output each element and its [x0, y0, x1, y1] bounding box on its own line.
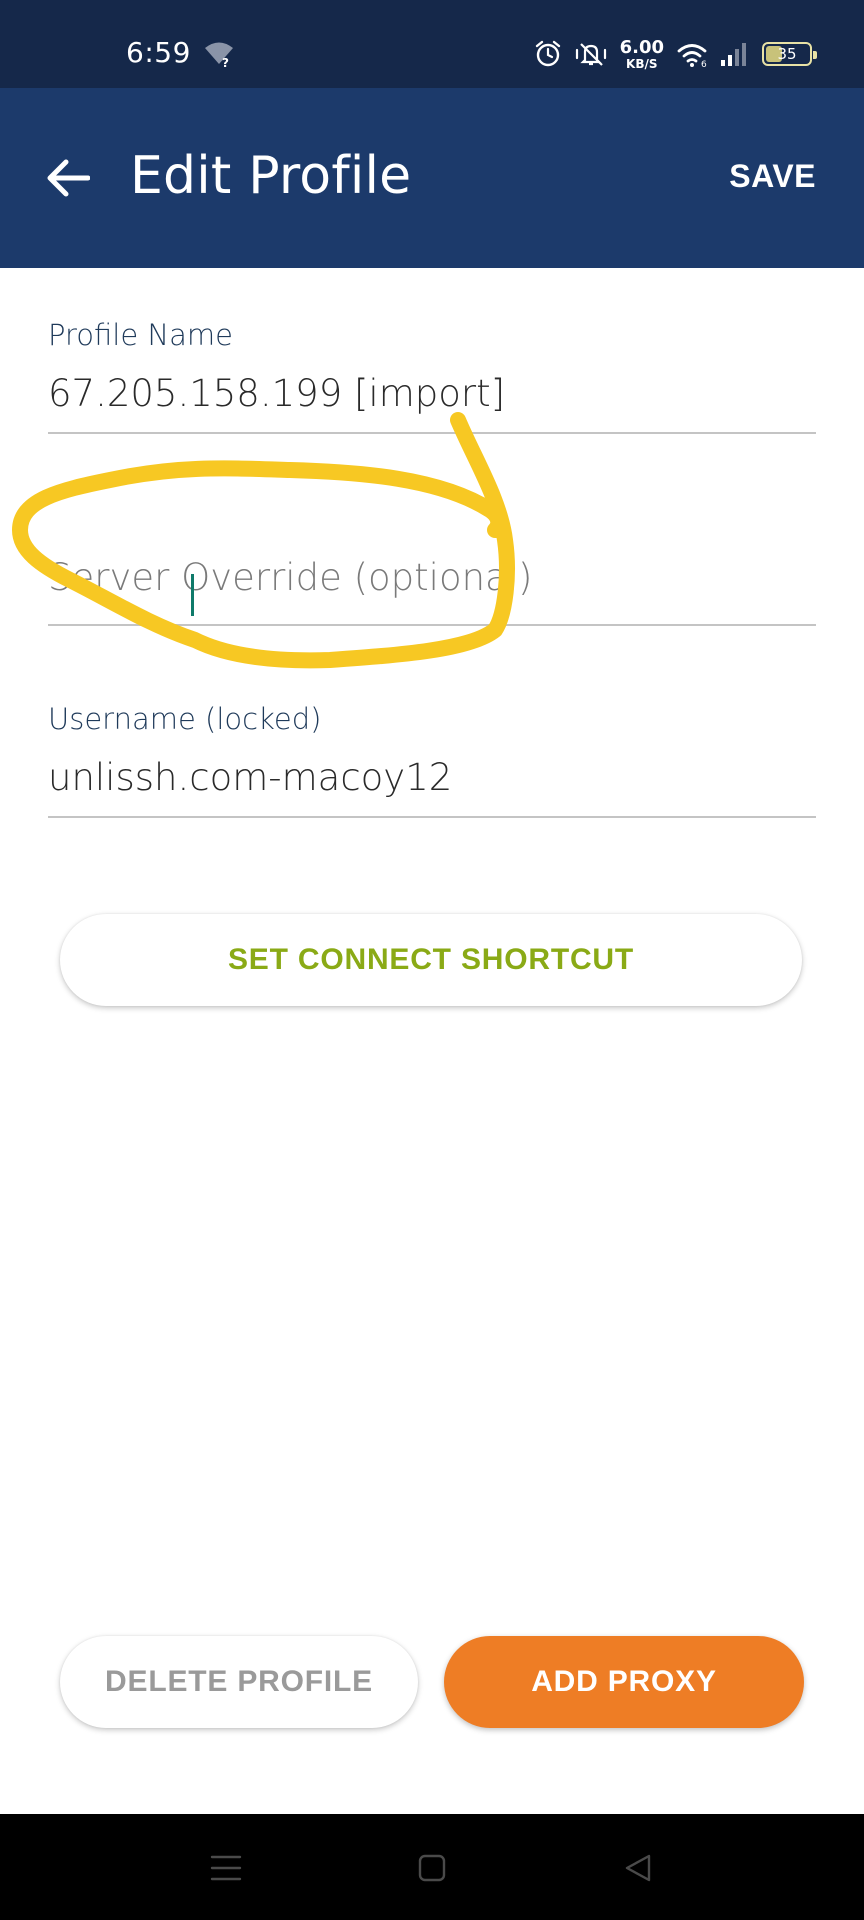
server-override-underline	[48, 624, 816, 626]
nav-menu-button[interactable]	[202, 1844, 250, 1892]
status-bar: 6:59 ? 6.00 KB/S 6 35	[0, 0, 864, 88]
back-arrow-icon	[47, 159, 90, 197]
menu-icon	[210, 1855, 242, 1881]
nav-home-button[interactable]	[408, 1844, 456, 1892]
username-field: Username (locked) unlissh.com-macoy12	[48, 702, 816, 822]
back-icon	[625, 1854, 651, 1882]
profile-name-underline	[48, 432, 816, 434]
battery-level: 35	[777, 45, 797, 63]
profile-name-input[interactable]: 67.205.158.199 [import]	[48, 370, 816, 418]
app-bar: Edit Profile SAVE	[0, 88, 864, 268]
username-underline	[48, 816, 816, 818]
net-speed-value: 6.00	[619, 36, 664, 58]
vibrate-icon	[575, 43, 606, 66]
username-input: unlissh.com-macoy12	[48, 756, 453, 799]
profile-name-field[interactable]: Profile Name 67.205.158.199 [import]	[48, 318, 816, 438]
text-cursor	[191, 574, 194, 616]
add-proxy-button[interactable]: ADD PROXY	[444, 1636, 804, 1728]
page-title: Edit Profile	[130, 146, 412, 206]
signal-icon	[721, 43, 746, 66]
nav-back-button[interactable]	[614, 1844, 662, 1892]
delete-profile-button[interactable]: DELETE PROFILE	[60, 1636, 418, 1728]
profile-name-label: Profile Name	[48, 318, 233, 352]
home-icon	[418, 1854, 446, 1882]
net-speed: 6.00 KB/S	[619, 36, 664, 71]
server-override-field[interactable]: Server Override (optional)	[48, 550, 816, 630]
net-speed-unit: KB/S	[626, 56, 658, 71]
wifi-question-icon: ?	[205, 42, 233, 68]
battery-icon: 35	[762, 42, 817, 66]
set-connect-shortcut-button[interactable]: SET CONNECT SHORTCUT	[60, 914, 802, 1006]
username-label: Username (locked)	[48, 702, 322, 736]
back-button[interactable]	[40, 154, 96, 202]
status-time: 6:59	[126, 36, 191, 69]
wifi-icon: 6	[677, 44, 707, 68]
svg-text:?: ?	[222, 56, 229, 68]
save-button[interactable]: SAVE	[729, 158, 816, 195]
alarm-icon	[535, 40, 560, 67]
svg-text:6: 6	[701, 60, 707, 68]
navigation-bar	[0, 1814, 864, 1920]
server-override-input[interactable]: Server Override (optional)	[48, 550, 816, 606]
status-icons: 6.00 KB/S 6 35	[534, 36, 817, 72]
